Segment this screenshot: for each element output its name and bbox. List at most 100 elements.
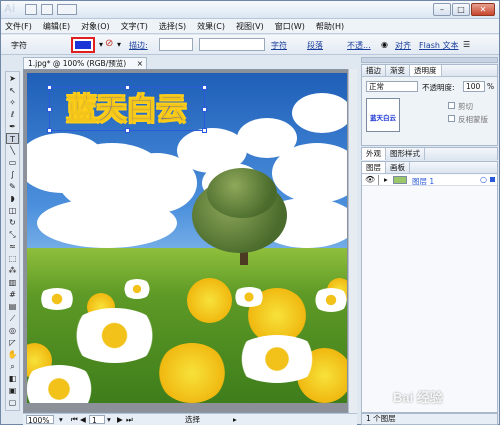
layers-panel-tabs: 图层 画板 — [362, 162, 497, 174]
font-family-field[interactable] — [199, 38, 265, 51]
color-mode-icon[interactable]: ▣ — [6, 385, 19, 396]
expand-layer-icon[interactable]: ▸ — [384, 175, 388, 184]
vertical-scrollbar[interactable] — [348, 69, 357, 413]
blob-brush-tool-icon[interactable]: ◗ — [6, 193, 19, 204]
minimize-button[interactable]: – — [433, 3, 451, 16]
tab-artboards[interactable]: 画板 — [386, 162, 410, 173]
zoom-dropdown-icon[interactable]: ▾ — [59, 415, 63, 424]
invert-mask-checkbox[interactable] — [448, 115, 455, 122]
tab-transparency[interactable]: 透明度 — [410, 65, 442, 76]
stroke-weight-label[interactable]: 描边: — [129, 40, 148, 51]
rectangle-tool-icon[interactable]: ▭ — [6, 157, 19, 168]
scale-tool-icon[interactable]: ⤡ — [6, 229, 19, 240]
tab-graphic-styles[interactable]: 图形样式 — [386, 148, 425, 160]
menu-window[interactable]: 窗口(W) — [275, 21, 305, 32]
stroke-dropdown-icon[interactable]: ▾ — [117, 40, 121, 49]
tools-panel: ➤ ↖ ✧ ℓ ✒ T ╲ ▭ ∫ ✎ ◗ ◫ ↻ ⤡ ≈ ⬚ ⁂ ▥ # ▤ … — [5, 71, 20, 411]
fill-dropdown-icon[interactable]: ▾ — [99, 40, 103, 49]
character-panel-link[interactable]: 字符 — [271, 40, 287, 51]
opacity-label: 不透明度: — [422, 83, 455, 92]
hand-tool-icon[interactable]: ✋ — [6, 349, 19, 360]
layer-thumbnail — [393, 176, 407, 184]
direct-selection-tool-icon[interactable]: ↖ — [6, 85, 19, 96]
gradient-tool-icon[interactable]: ▤ — [6, 301, 19, 312]
line-tool-icon[interactable]: ╲ — [6, 145, 19, 156]
zoom-field[interactable]: 100% — [26, 415, 54, 425]
eraser-tool-icon[interactable]: ◫ — [6, 205, 19, 216]
artboard-field[interactable]: 1 — [89, 415, 105, 425]
layer-row[interactable]: 👁 ▸ 图层 1 ○ — [362, 175, 497, 186]
art-text[interactable]: 蓝天白云 — [51, 89, 203, 129]
align-panel-link[interactable]: 对齐 — [395, 40, 411, 51]
fill-color-swatch[interactable] — [71, 37, 95, 53]
fill-stroke-icon[interactable]: ◧ — [6, 373, 19, 384]
document-title: 1.jpg* @ 100% (RGB/预览) — [28, 59, 127, 68]
lasso-tool-icon[interactable]: ℓ — [6, 109, 19, 120]
tab-stroke[interactable]: 描边 — [362, 65, 386, 76]
screen-mode-icon[interactable]: ▢ — [6, 397, 19, 408]
menu-effect[interactable]: 效果(C) — [197, 21, 225, 32]
selection-tool-icon[interactable]: ➤ — [6, 73, 19, 84]
app-logo: Ai — [4, 3, 15, 15]
menu-view[interactable]: 视图(V) — [236, 21, 264, 32]
pencil-tool-icon[interactable]: ✎ — [6, 181, 19, 192]
menu-edit[interactable]: 编辑(E) — [43, 21, 70, 32]
last-artboard-icon[interactable]: ⏭ — [126, 415, 133, 424]
maximize-button[interactable]: □ — [452, 3, 470, 16]
fill-color-chip — [75, 41, 91, 49]
blend-mode-select[interactable]: 正常 — [366, 81, 418, 92]
document-tab[interactable]: 1.jpg* @ 100% (RGB/预览) × — [23, 57, 147, 69]
layers-panel: 图层 画板 👁 ▸ 图层 1 ○ — [361, 161, 498, 413]
eyedropper-tool-icon[interactable]: ⟋ — [6, 313, 19, 324]
control-bar-menu-icon[interactable]: ☰ — [463, 40, 470, 49]
flash-text-link[interactable]: Flash 文本 — [419, 40, 459, 51]
paragraph-panel-link[interactable]: 段落 — [307, 40, 323, 51]
opacity-field[interactable]: 100 — [463, 81, 485, 92]
rotate-tool-icon[interactable]: ↻ — [6, 217, 19, 228]
magic-wand-tool-icon[interactable]: ✧ — [6, 97, 19, 108]
arrange-documents-icon[interactable] — [41, 4, 53, 15]
tab-appearance[interactable]: 外观 — [362, 148, 386, 160]
warp-tool-icon[interactable]: ≈ — [6, 241, 19, 252]
layer-name[interactable]: 图层 1 — [412, 176, 434, 187]
mesh-tool-icon[interactable]: # — [6, 289, 19, 300]
graph-tool-icon[interactable]: ▥ — [6, 277, 19, 288]
opacity-panel-link[interactable]: 不透... — [347, 40, 371, 51]
close-document-icon[interactable]: × — [137, 58, 143, 69]
first-artboard-icon[interactable]: ⏮ — [71, 415, 78, 424]
stroke-weight-field[interactable] — [159, 38, 193, 51]
next-artboard-icon[interactable]: ▶ — [117, 415, 123, 424]
status-menu-icon[interactable]: ▸ — [233, 415, 237, 424]
target-circle-icon[interactable]: ○ — [480, 175, 487, 184]
panel-dock-header[interactable] — [361, 57, 498, 63]
tab-layers[interactable]: 图层 — [362, 162, 386, 173]
layers-panel-footer: 1 个图层 — [361, 413, 498, 425]
prev-artboard-icon[interactable]: ◀ — [80, 415, 86, 424]
close-button[interactable]: ✕ — [471, 3, 495, 16]
bridge-icon[interactable] — [25, 4, 37, 15]
menu-help[interactable]: 帮助(H) — [316, 21, 344, 32]
menu-object[interactable]: 对象(O) — [81, 21, 110, 32]
clip-checkbox[interactable] — [448, 102, 455, 109]
appearance-panel-tabs: 外观 图形样式 — [362, 148, 497, 160]
blend-tool-icon[interactable]: ◎ — [6, 325, 19, 336]
visibility-eye-icon[interactable]: 👁 — [365, 175, 375, 184]
paintbrush-tool-icon[interactable]: ∫ — [6, 169, 19, 180]
blend-mode-value: 正常 — [369, 82, 384, 91]
menu-select[interactable]: 选择(S) — [159, 21, 186, 32]
transparency-thumbnail[interactable]: 蓝天白云 — [366, 98, 400, 132]
illustrator-window: Ai – □ ✕ 文件(F) 编辑(E) 对象(O) 文字(T) 选择(S) 效… — [0, 0, 500, 425]
slice-tool-icon[interactable]: ◸ — [6, 337, 19, 348]
free-transform-tool-icon[interactable]: ⬚ — [6, 253, 19, 264]
symbol-sprayer-tool-icon[interactable]: ⁂ — [6, 265, 19, 276]
tab-gradient[interactable]: 渐变 — [386, 65, 410, 76]
recolor-icon[interactable]: ◉ — [381, 40, 388, 49]
artboard-dropdown-icon[interactable]: ▾ — [107, 415, 111, 424]
menu-file[interactable]: 文件(F) — [5, 21, 32, 32]
pen-tool-icon[interactable]: ✒ — [6, 121, 19, 132]
workspace-switcher-icon[interactable] — [57, 4, 77, 15]
type-tool-icon[interactable]: T — [6, 133, 19, 144]
zoom-tool-icon[interactable]: ⌕ — [6, 361, 19, 372]
stroke-none-icon[interactable]: ⊘ — [105, 38, 113, 49]
menu-type[interactable]: 文字(T) — [121, 21, 148, 32]
